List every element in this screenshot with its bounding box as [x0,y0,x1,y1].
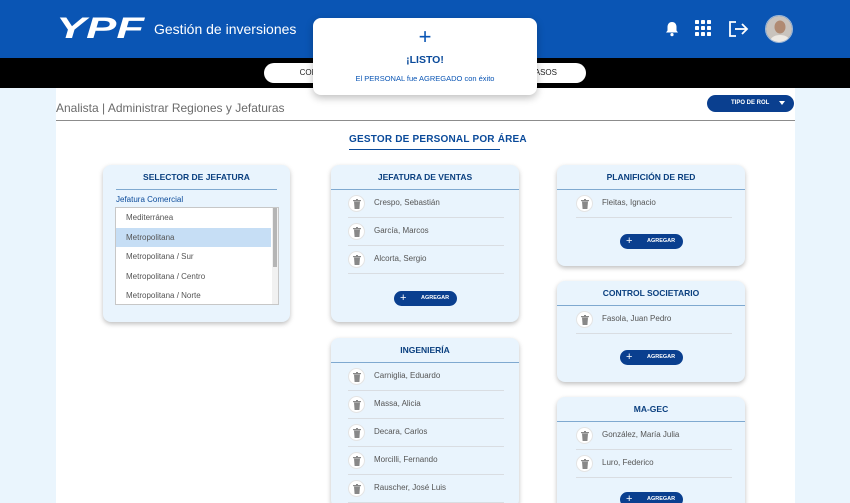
listbox-option[interactable]: Metropolitana / Centro [116,267,271,287]
listbox-option[interactable]: Metropolitana / Norte [116,286,271,304]
trash-icon[interactable] [348,368,365,385]
trash-icon[interactable] [348,424,365,441]
list-item: Crespo, Sebastián [348,190,504,218]
trash-icon[interactable] [576,311,593,328]
add-button-label: AGREGAR [421,295,450,301]
apps-grid-icon[interactable] [694,19,716,41]
add-button[interactable]: + AGREGAR [620,234,683,249]
person-name: González, María Julia [602,430,680,439]
add-button[interactable]: + AGREGAR [620,350,683,365]
person-name: Fleitas, Ignacio [602,198,656,207]
person-name: Rauscher, José Luis [374,483,447,492]
ypf-logo: YPF [56,14,145,40]
list-item: Decara, Carlos [348,419,504,447]
toast-title: ¡LISTO! [406,54,444,66]
add-button[interactable]: + AGREGAR [394,291,457,306]
listbox-option[interactable]: Metropolitana / Sur [116,247,271,267]
role-type-label: TIPO DE ROL [731,100,770,106]
ventas-card: JEFATURA DE VENTAS Crespo, Sebastián Gar… [331,165,519,322]
list-item: Alcorta, Sergio [348,246,504,274]
plus-icon: + [418,24,432,49]
card-title: PLANIFICIÓN DE RED [606,172,696,182]
person-name: García, Marcos [374,226,429,235]
selector-label: Jefatura Comercial [116,195,184,204]
person-name: Carniglia, Eduardo [374,371,441,380]
breadcrumb: Analista | Administrar Regiones y Jefatu… [56,101,285,115]
red-card: PLANIFICIÓN DE RED Fleitas, Ignacio + AG… [557,165,745,266]
logout-icon[interactable] [727,19,749,41]
avatar[interactable] [765,15,793,43]
app-title: Gestión de inversiones [154,21,297,37]
trash-icon[interactable] [576,195,593,212]
list-item: Morcilli, Fernando [348,447,504,475]
ingenieria-card: INGENIERÍA Carniglia, Eduardo Massa, Ali… [331,338,519,503]
list-item: Luro, Federico [576,450,732,478]
trash-icon[interactable] [348,251,365,268]
list-item: Carniglia, Eduardo [348,363,504,391]
plus-icon: + [626,235,633,247]
list-item: Fleitas, Ignacio [576,190,732,218]
trash-icon[interactable] [576,427,593,444]
trash-icon[interactable] [348,195,365,212]
list-item: Massa, Alicia [348,391,504,419]
trash-icon[interactable] [576,455,593,472]
card-title: MA-GEC [633,404,669,414]
person-name: Crespo, Sebastián [374,198,440,207]
card-title: JEFATURA DE VENTAS [377,172,473,182]
person-name: Fasola, Juan Pedro [602,314,672,323]
card-title: INGENIERÍA [400,345,450,355]
card-title: SELECTOR DE JEFATURA [143,172,250,182]
title-underline [349,149,500,150]
person-name: Massa, Alicia [374,399,421,408]
plus-icon: + [400,292,407,304]
trash-icon[interactable] [348,480,365,497]
card-title: CONTROL SOCIETARIO [602,288,700,298]
trash-icon[interactable] [348,452,365,469]
person-name: Alcorta, Sergio [374,254,427,263]
person-name: Morcilli, Fernando [374,455,438,464]
list-item: González, María Julia [576,422,732,450]
toast-message: El PERSONAL fue AGREGADO con éxito [355,74,495,83]
svg-text:YPF: YPF [56,14,145,40]
list-item: Rauscher, José Luis [348,475,504,503]
role-type-dropdown[interactable]: TIPO DE ROL [707,95,794,112]
person-name: Luro, Federico [602,458,654,467]
jefatura-listbox[interactable]: Mediterránea Metropolitana Metropolitana… [115,207,279,305]
add-button-label: AGREGAR [647,354,676,360]
bell-icon[interactable] [662,19,684,41]
trash-icon[interactable] [348,396,365,413]
chevron-down-icon [779,101,785,105]
success-toast: + ¡LISTO! El PERSONAL fue AGREGADO con é… [313,18,537,95]
magec-card: MA-GEC González, María Julia Luro, Feder… [557,397,745,503]
add-button-label: AGREGAR [647,496,676,502]
person-name: Decara, Carlos [374,427,428,436]
selector-card: SELECTOR DE JEFATURA Jefatura Comercial … [103,165,290,322]
page-title: GESTOR DE PERSONAL POR ÁREA [349,134,527,145]
add-button[interactable]: + AGREGAR [620,492,683,503]
header-divider [56,120,795,121]
listbox-option-selected[interactable]: Metropolitana [116,227,271,248]
scrollbar-thumb[interactable] [273,208,277,267]
list-item: García, Marcos [348,218,504,246]
societario-card: CONTROL SOCIETARIO Fasola, Juan Pedro + … [557,281,745,382]
plus-icon: + [626,493,633,503]
add-button-label: AGREGAR [647,238,676,244]
trash-icon[interactable] [348,223,365,240]
listbox-option[interactable]: Mediterránea [116,208,271,228]
list-item: Fasola, Juan Pedro [576,306,732,334]
plus-icon: + [626,351,633,363]
card-divider [116,189,277,190]
